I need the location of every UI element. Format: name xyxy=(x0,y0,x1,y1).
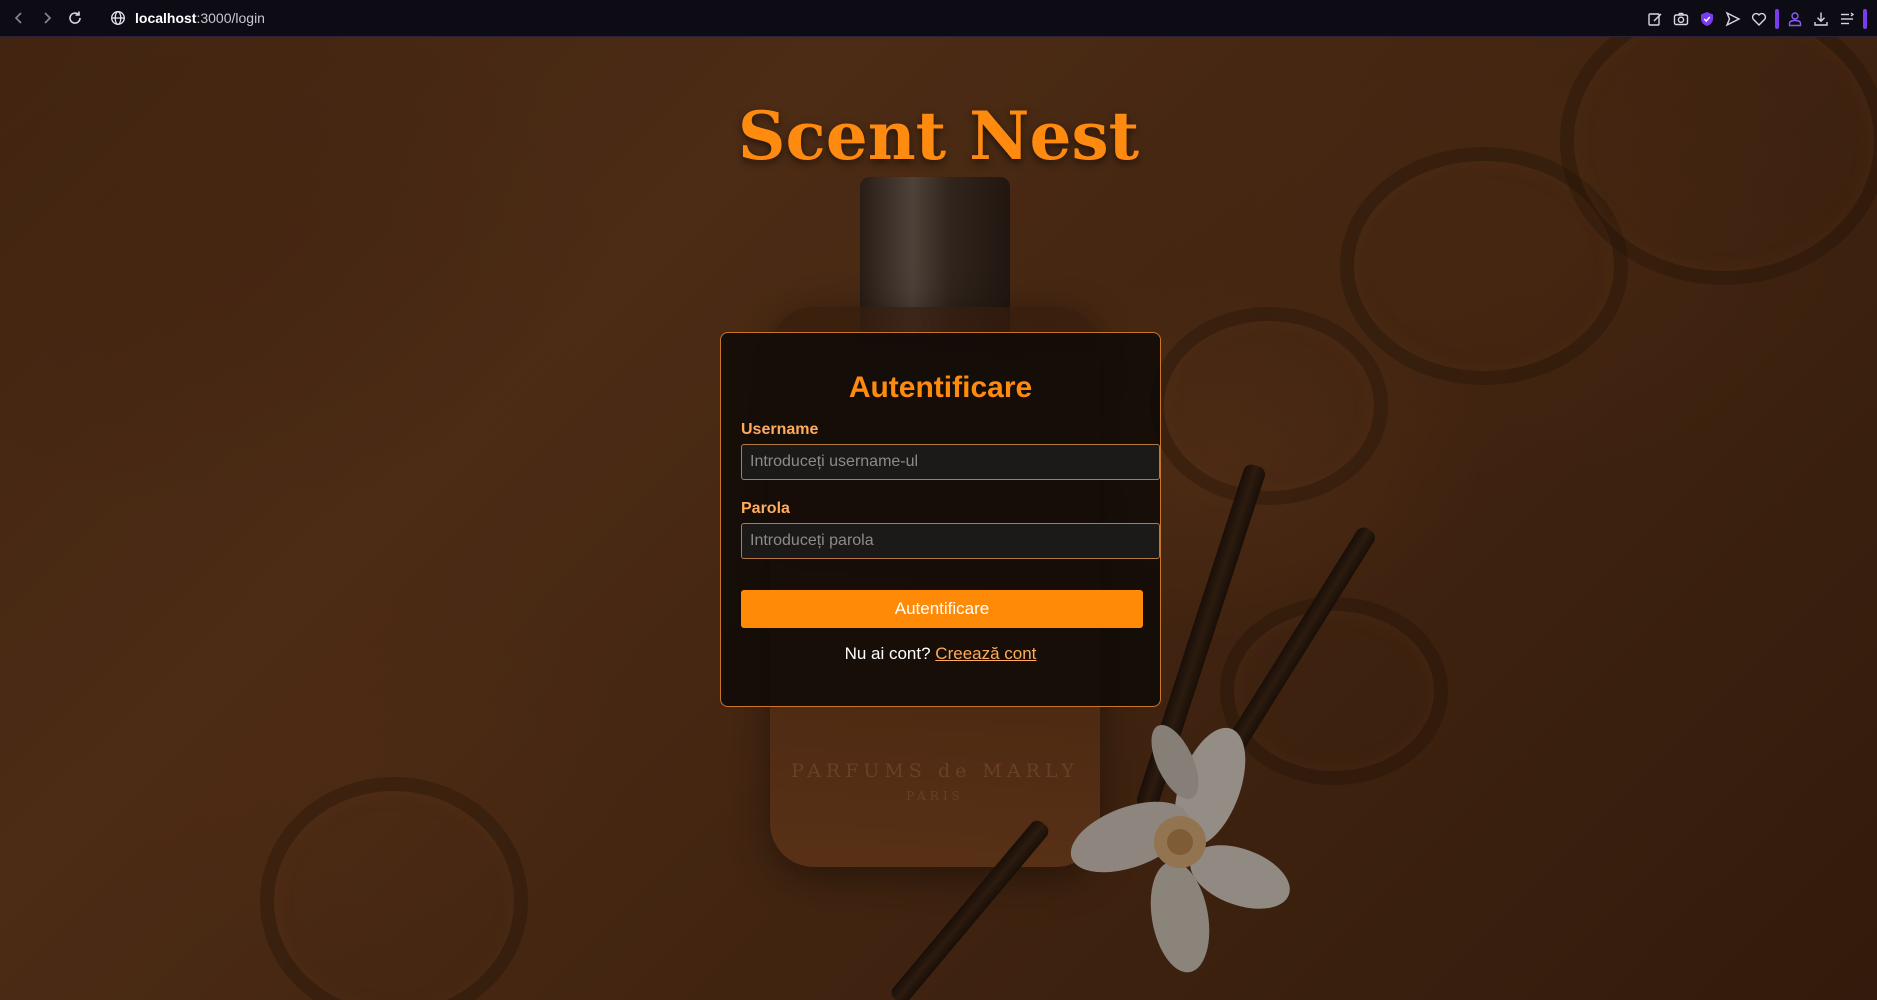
page-viewport: PARFUMS de MARLY PARIS Scent Nest Autent… xyxy=(0,37,1877,1000)
camera-icon[interactable] xyxy=(1671,9,1691,29)
site-title: Scent Nest xyxy=(737,97,1140,175)
register-prompt: Nu ai cont? Creează cont xyxy=(741,644,1140,664)
edit-icon[interactable] xyxy=(1645,9,1665,29)
browser-actions xyxy=(1645,0,1867,37)
create-account-link[interactable]: Creează cont xyxy=(935,644,1036,663)
shield-icon[interactable] xyxy=(1697,9,1717,29)
password-input[interactable] xyxy=(741,523,1160,559)
send-icon[interactable] xyxy=(1723,9,1743,29)
heart-icon[interactable] xyxy=(1749,9,1769,29)
register-prompt-text: Nu ai cont? xyxy=(844,644,931,663)
username-label: Username xyxy=(741,421,819,438)
profile-icon[interactable] xyxy=(1785,9,1805,29)
address-bar[interactable]: localhost:3000/login xyxy=(110,5,265,31)
login-heading: Autentificare xyxy=(848,371,1033,404)
url-path: :3000/login xyxy=(196,10,265,26)
login-form: Autentificare Username Parola Autentific… xyxy=(720,332,1161,707)
back-icon[interactable] xyxy=(6,5,32,31)
reload-icon[interactable] xyxy=(62,5,88,31)
url-host: localhost xyxy=(135,10,197,26)
login-submit-button[interactable]: Autentificare xyxy=(741,590,1143,628)
forward-icon[interactable] xyxy=(34,5,60,31)
menu-icon[interactable] xyxy=(1837,9,1857,29)
toolbar-divider xyxy=(1775,8,1779,29)
globe-icon xyxy=(111,11,125,25)
download-icon[interactable] xyxy=(1811,9,1831,29)
password-label: Parola xyxy=(741,500,790,517)
nav-buttons xyxy=(6,5,88,31)
toolbar-divider-right xyxy=(1863,8,1867,29)
username-input[interactable] xyxy=(741,444,1160,480)
browser-toolbar: localhost:3000/login xyxy=(0,0,1877,37)
